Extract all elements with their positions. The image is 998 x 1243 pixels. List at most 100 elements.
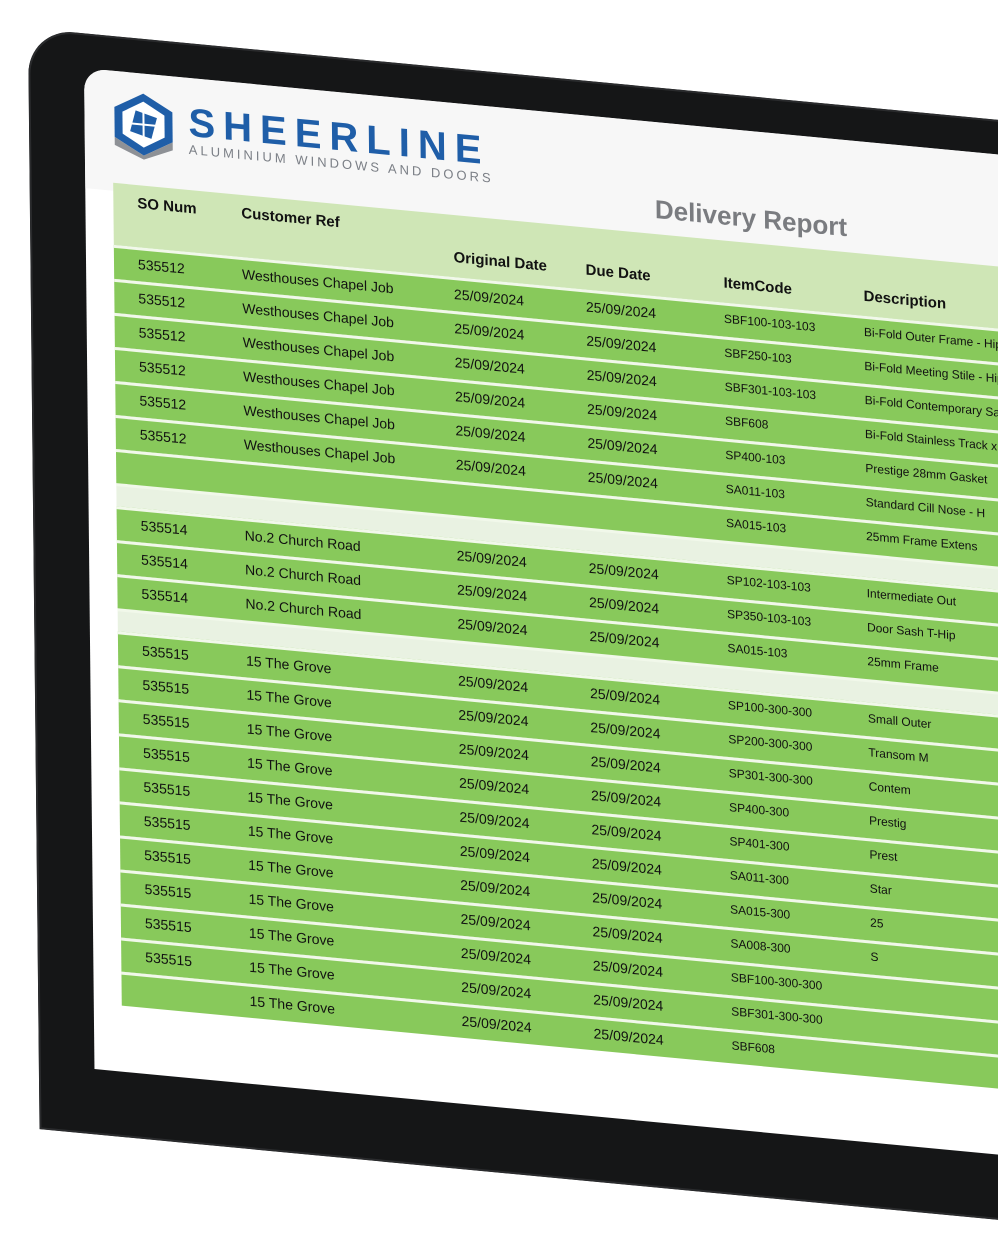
column-header-so-num: SO Num [137, 195, 196, 218]
description-cell: Star [870, 881, 892, 897]
customer-ref-cell: Westhouses Chapel Job [244, 436, 396, 466]
customer-ref-cell: 15 The Grove [248, 857, 334, 881]
column-header-customer-ref: Customer Ref [241, 205, 340, 231]
original-date-cell: 25/09/2024 [458, 672, 528, 695]
item-code-cell: SA015-103 [726, 516, 786, 536]
so-num-cell: 535512 [139, 392, 186, 412]
description-cell: Prestige 28mm Gasket [865, 461, 987, 487]
so-num-cell: 535512 [138, 256, 185, 276]
item-code-cell: SBF100-300-300 [731, 970, 823, 993]
so-num-cell: 535512 [139, 358, 186, 378]
description-cell: Intermediate Out [867, 586, 957, 608]
due-date-cell: 25/09/2024 [590, 719, 660, 742]
so-num-cell: 535515 [144, 813, 191, 833]
original-date-cell: 25/09/2024 [461, 945, 531, 968]
customer-ref-cell: Westhouses Chapel Job [242, 300, 394, 330]
due-date-cell: 25/09/2024 [590, 685, 660, 708]
customer-ref-cell: 15 The Grove [247, 754, 333, 778]
item-code-cell: SBF608 [731, 1038, 775, 1056]
due-date-cell: 25/09/2024 [587, 367, 657, 390]
original-date-cell: 25/09/2024 [455, 354, 525, 377]
so-num-cell: 535515 [143, 711, 190, 731]
due-date-cell: 25/09/2024 [589, 560, 659, 583]
so-num-cell: 535514 [141, 551, 188, 571]
sheerline-logo-icon [108, 86, 179, 163]
original-date-cell: 25/09/2024 [461, 979, 531, 1002]
description-cell: 25mm Frame [867, 654, 938, 675]
description-cell: S [870, 949, 878, 964]
item-code-cell: SP100-300-300 [728, 698, 812, 720]
due-date-cell: 25/09/2024 [586, 299, 656, 322]
customer-ref-cell: 15 The Grove [247, 720, 333, 744]
column-header-description: Description [863, 288, 946, 313]
brand-text: SHEERLINE ALUMINIUM WINDOWS AND DOORS [188, 101, 493, 186]
table-body: 535512 Westhouses Chapel Job 25/09/2024 25/… [114, 245, 998, 1110]
tablet-screen: SHEERLINE ALUMINIUM WINDOWS AND DOORS De… [84, 68, 998, 1173]
item-code-cell: SA015-103 [727, 641, 787, 661]
item-code-cell: SP102-103-103 [727, 573, 811, 595]
brand-logo: SHEERLINE ALUMINIUM WINDOWS AND DOORS [108, 86, 494, 192]
description-cell: Bi-Fold Meeting Stile - Hipca [864, 359, 998, 387]
delivery-table: SO Num Customer Ref Original Date Due Da… [113, 183, 998, 1110]
original-date-cell: 25/09/2024 [454, 320, 524, 343]
column-header-original-date: Original Date [454, 249, 548, 275]
due-date-cell: 25/09/2024 [589, 628, 659, 651]
original-date-cell: 25/09/2024 [455, 422, 525, 445]
item-code-cell: SBF301-103-103 [725, 380, 817, 403]
customer-ref-cell: Westhouses Chapel Job [242, 266, 394, 296]
due-date-cell: 25/09/2024 [591, 753, 661, 776]
original-date-cell: 25/09/2024 [457, 581, 527, 604]
so-num-cell: 535514 [141, 517, 188, 537]
item-code-cell: SA011-103 [726, 482, 785, 502]
description-cell: Prestig [869, 813, 907, 831]
column-header-due-date: Due Date [586, 261, 651, 284]
original-date-cell: 25/09/2024 [456, 456, 526, 479]
due-date-cell: 25/09/2024 [592, 855, 662, 878]
original-date-cell: 25/09/2024 [457, 547, 527, 570]
customer-ref-cell: 15 The Grove [247, 788, 333, 812]
due-date-cell: 25/09/2024 [593, 957, 663, 980]
description-cell: Prest [869, 847, 897, 864]
original-date-cell: 25/09/2024 [460, 911, 530, 934]
customer-ref-cell: Westhouses Chapel Job [243, 402, 395, 432]
due-date-cell: 25/09/2024 [587, 401, 657, 424]
customer-ref-cell: Westhouses Chapel Job [243, 334, 395, 364]
so-num-cell: 535512 [138, 290, 185, 310]
customer-ref-cell: 15 The Grove [246, 652, 332, 676]
description-cell: 25 [870, 915, 884, 930]
so-num-cell: 535515 [142, 643, 189, 663]
description-cell: Small Outer [868, 711, 932, 731]
so-num-cell: 535515 [145, 949, 192, 969]
item-code-cell: SP200-300-300 [728, 732, 812, 754]
item-code-cell: SBF608 [725, 414, 769, 432]
item-code-cell: SBF301-300-300 [731, 1004, 823, 1027]
original-date-cell: 25/09/2024 [460, 877, 530, 900]
original-date-cell: 25/09/2024 [459, 740, 529, 763]
so-num-cell: 535515 [143, 745, 190, 765]
original-date-cell: 25/09/2024 [461, 1013, 531, 1036]
item-code-cell: SP400-300 [729, 800, 789, 820]
customer-ref-cell: 15 The Grove [249, 959, 335, 983]
description-cell: Bi-Fold Outer Frame - Hipca W [864, 325, 998, 355]
original-date-cell: 25/09/2024 [455, 388, 525, 411]
item-code-cell: SP301-300-300 [729, 766, 813, 788]
description-cell: Contem [869, 779, 911, 797]
item-code-cell: SA015-300 [730, 902, 790, 922]
description-cell: Bi-Fold Stainless Track x [865, 427, 997, 454]
description-cell: 25mm Frame Extens [866, 529, 978, 554]
customer-ref-cell: 15 The Grove [250, 993, 336, 1017]
item-code-cell: SP401-300 [729, 834, 789, 854]
customer-ref-cell: No.2 Church Road [245, 561, 361, 588]
due-date-cell: 25/09/2024 [593, 1025, 663, 1048]
description-cell: Transom M [868, 745, 928, 765]
customer-ref-cell: 15 The Grove [249, 925, 335, 949]
so-num-cell: 535515 [142, 677, 189, 697]
due-date-cell: 25/09/2024 [586, 333, 656, 356]
item-code-cell: SBF250-103 [724, 346, 792, 366]
so-num-cell: 535514 [141, 585, 188, 605]
item-code-cell: SP400-103 [725, 448, 785, 468]
description-cell: Door Sash T-Hip [867, 620, 956, 642]
column-header-item-code: ItemCode [723, 275, 792, 298]
description-cell: Bi-Fold Contemporary Sash [865, 393, 998, 421]
due-date-cell: 25/09/2024 [589, 594, 659, 617]
